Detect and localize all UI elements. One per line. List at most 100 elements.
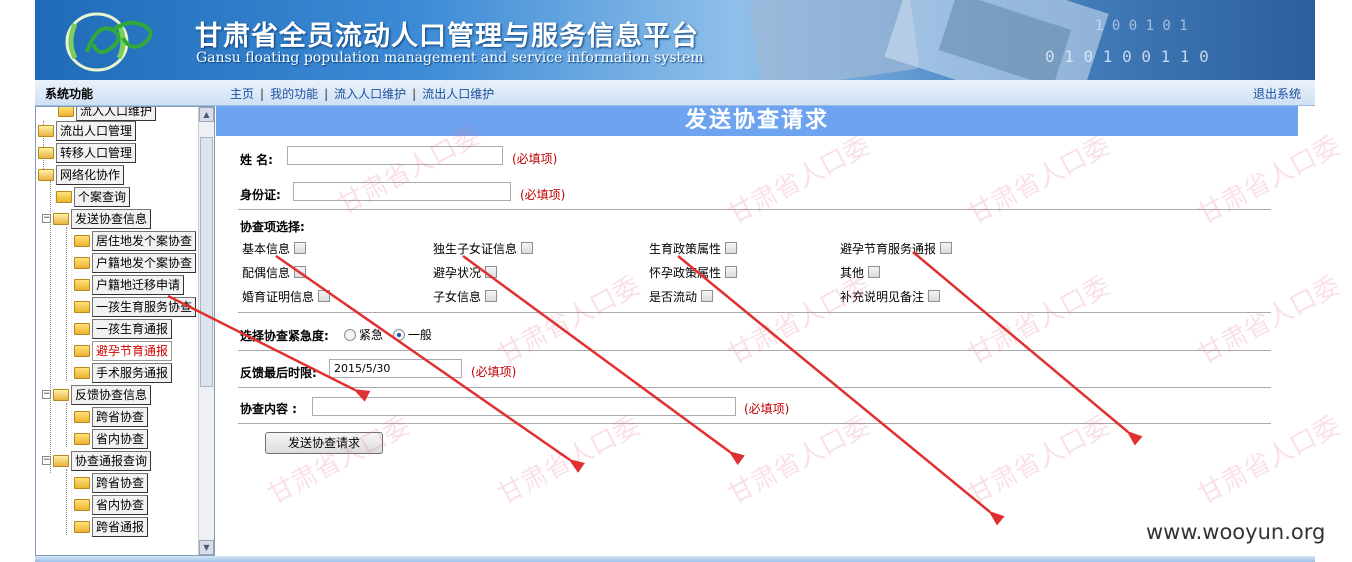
divider xyxy=(238,350,1271,351)
cb-spouse-info[interactable]: 配偶信息 xyxy=(242,264,307,281)
tree-item-report-query[interactable]: − 协查通报查询 xyxy=(42,451,152,471)
tree-item-case-query[interactable]: 个案查询 xyxy=(56,187,131,207)
radio-urgent-label: 紧急 xyxy=(359,328,384,342)
tree-item-inflow-maintain[interactable]: 流入人口维护 xyxy=(58,107,157,121)
nav-my-functions-link[interactable]: 我的功能 xyxy=(270,87,318,101)
site-watermark: www.wooyun.org xyxy=(1146,520,1326,544)
tree-item-network-collab[interactable]: 网络化协作 xyxy=(38,165,125,185)
tree-guide-line xyxy=(66,227,67,381)
cb-birth-policy[interactable]: 生育政策属性 xyxy=(649,240,738,257)
page: 甘肃省全员流动人口管理与服务信息平台 Gansu floating popula… xyxy=(0,0,1352,562)
divider xyxy=(238,423,1271,424)
cb-other[interactable]: 其他 xyxy=(840,264,881,281)
folder-open-icon xyxy=(53,455,69,467)
content-label: 协查内容 : xyxy=(240,402,297,416)
urgency-options: 紧急 一般 xyxy=(338,326,432,343)
main-panel: 发送协查请求 姓 名: (必填项) 身份证: (必填项) 协查项选择: 基本信息… xyxy=(216,106,1315,556)
folder-icon xyxy=(74,235,90,247)
checkbox[interactable] xyxy=(294,242,307,254)
cb-contraception-status[interactable]: 避孕状况 xyxy=(433,264,498,281)
logout-link[interactable]: 退出系统 xyxy=(1253,85,1301,102)
checkbox[interactable] xyxy=(725,266,738,278)
nav-inflow-link[interactable]: 流入人口维护 xyxy=(334,87,406,101)
assist-items-label: 协查项选择: xyxy=(240,220,305,234)
checkbox[interactable] xyxy=(701,290,714,302)
tree-item-transfer-manage[interactable]: 转移人口管理 xyxy=(38,143,137,163)
tree-item-feedback-assist[interactable]: − 反馈协查信息 xyxy=(42,385,152,405)
checkbox[interactable] xyxy=(725,242,738,254)
nav-links: 主页 | 我的功能 | 流入人口维护 | 流出人口维护 xyxy=(230,87,495,101)
radio-normal[interactable] xyxy=(392,329,405,341)
cb-children-info[interactable]: 子女信息 xyxy=(433,288,498,305)
checkbox[interactable] xyxy=(521,242,534,254)
scroll-thumb[interactable] xyxy=(200,137,213,387)
radio-urgent[interactable] xyxy=(344,329,356,341)
tree-item-contraception-report[interactable]: 避孕节育通报 xyxy=(74,341,173,361)
banner-keyboard-image: 0 1 0 1 0 0 1 1 0 1 0 0 1 0 1 xyxy=(749,0,1209,80)
deadline-input[interactable]: 2015/5/30 xyxy=(329,359,462,378)
checkbox[interactable] xyxy=(928,290,941,302)
divider xyxy=(238,387,1271,388)
nav-home-link[interactable]: 主页 xyxy=(230,87,254,101)
scroll-down-icon[interactable]: ▼ xyxy=(199,540,214,555)
tree-item-feedback-cross-province[interactable]: 跨省协查 xyxy=(74,407,149,427)
nav-outflow-link[interactable]: 流出人口维护 xyxy=(422,87,494,101)
collapse-icon[interactable]: − xyxy=(42,456,51,465)
checkbox[interactable] xyxy=(318,290,331,302)
cb-basic-info[interactable]: 基本信息 xyxy=(242,240,307,257)
cb-pregnancy-policy[interactable]: 怀孕政策属性 xyxy=(649,264,738,281)
tree-item-household-case[interactable]: 户籍地发个案协查 xyxy=(74,253,197,273)
cb-marriage-cert[interactable]: 婚育证明信息 xyxy=(242,288,331,305)
folder-icon xyxy=(74,257,90,269)
tree-item-outflow-manage[interactable]: 流出人口管理 xyxy=(38,121,137,141)
cb-contraception-report[interactable]: 避孕节育服务通报 xyxy=(840,240,953,257)
checkbox[interactable] xyxy=(868,266,881,278)
header-banner: 甘肃省全员流动人口管理与服务信息平台 Gansu floating popula… xyxy=(35,0,1315,80)
tree-item-surgery-report[interactable]: 手术服务通报 xyxy=(74,363,173,383)
collapse-icon[interactable]: − xyxy=(42,390,51,399)
tree-item-first-child-report[interactable]: 一孩生育通报 xyxy=(74,319,173,339)
tree-item-residence-case[interactable]: 居住地发个案协查 xyxy=(74,231,197,251)
checkbox[interactable] xyxy=(485,290,498,302)
platform-logo xyxy=(65,12,153,72)
tree-item-query-cross-province[interactable]: 跨省协查 xyxy=(74,473,149,493)
tree-item-query-in-province[interactable]: 省内协查 xyxy=(74,495,149,515)
folder-icon xyxy=(74,345,90,357)
tree-item-send-assist-info[interactable]: − 发送协查信息 xyxy=(42,209,152,229)
id-required-note: (必填项) xyxy=(520,188,566,202)
folder-icon xyxy=(74,499,90,511)
svg-text:1 0 0 1 0 1: 1 0 0 1 0 1 xyxy=(1095,18,1188,34)
folder-icon xyxy=(58,107,74,117)
checkbox[interactable] xyxy=(294,266,307,278)
tree-item-feedback-in-province[interactable]: 省内协查 xyxy=(74,429,149,449)
name-input[interactable] xyxy=(287,146,503,165)
checkbox[interactable] xyxy=(485,266,498,278)
tree-item-first-child-service[interactable]: 一孩生育服务协查 xyxy=(74,297,197,317)
content-input[interactable] xyxy=(312,397,736,416)
send-request-button[interactable]: 发送协查请求 xyxy=(265,432,383,454)
checkbox[interactable] xyxy=(940,242,953,254)
urgency-label: 选择协查紧急度: xyxy=(240,329,329,343)
bottom-status-strip xyxy=(35,556,1315,562)
tree-item-cross-province-report[interactable]: 跨省通报 xyxy=(74,517,149,537)
folder-icon xyxy=(74,521,90,533)
tree-scrollbar[interactable]: ▲ ▼ xyxy=(198,107,214,555)
folder-icon xyxy=(74,279,90,291)
cb-only-child-cert[interactable]: 独生子女证信息 xyxy=(433,240,534,257)
folder-open-icon xyxy=(38,169,54,181)
folder-icon xyxy=(56,191,72,203)
svg-text:0 1 0 1 0 0 1 1 0: 0 1 0 1 0 0 1 1 0 xyxy=(1045,47,1209,66)
deadline-label: 反馈最后时限: xyxy=(240,366,317,380)
id-input[interactable] xyxy=(293,182,511,201)
folder-open-icon xyxy=(38,125,54,137)
cb-is-floating[interactable]: 是否流动 xyxy=(649,288,714,305)
tree-guide-line xyxy=(66,469,67,535)
page-title: 发送协查请求 xyxy=(216,106,1298,136)
tree-item-household-migration[interactable]: 户籍地迁移申请 xyxy=(74,275,185,295)
cb-see-remarks[interactable]: 补充说明见备注 xyxy=(840,288,941,305)
collapse-icon[interactable]: − xyxy=(42,214,51,223)
divider xyxy=(238,312,1271,313)
folder-open-icon xyxy=(53,389,69,401)
scroll-up-icon[interactable]: ▲ xyxy=(199,107,214,122)
name-required-note: (必填项) xyxy=(512,152,558,166)
